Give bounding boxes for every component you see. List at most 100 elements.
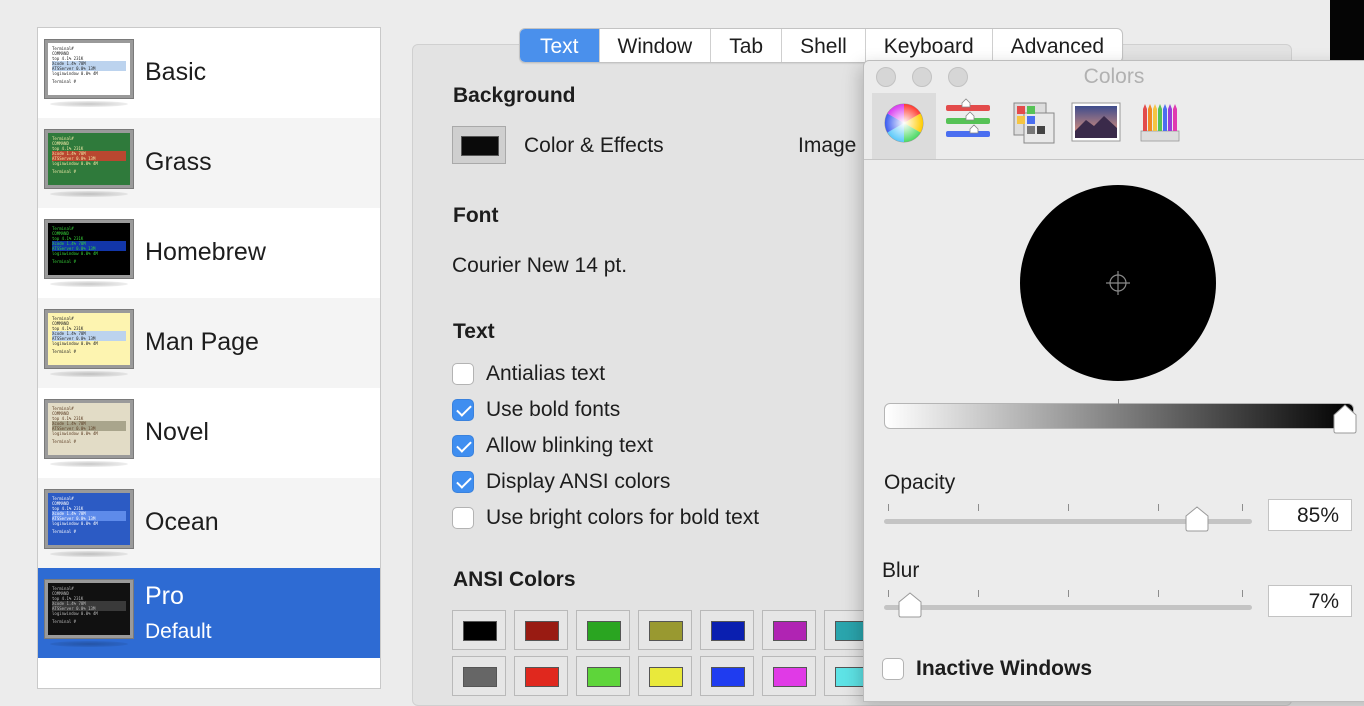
profile-item-homebrew[interactable]: Terminal# COMMAND top 4.1% 231K Xcode 1.4% … <box>38 208 380 298</box>
thumbnail-prompt: Terminal # <box>52 619 77 624</box>
blur-slider-thumb[interactable] <box>897 591 923 619</box>
opacity-tick <box>1068 504 1069 511</box>
wheel-crosshair-icon[interactable] <box>1104 269 1132 297</box>
tab-text[interactable]: Text <box>520 29 599 62</box>
ansi-color-swatch[interactable] <box>700 656 754 696</box>
checkbox[interactable] <box>452 363 474 385</box>
checkbox-row[interactable]: Display ANSI colors <box>452 469 670 495</box>
blur-slider[interactable] <box>884 605 1252 610</box>
profile-item-pro[interactable]: Terminal# COMMAND top 4.1% 231K Xcode 1.4% … <box>38 568 380 658</box>
tab-tab[interactable]: Tab <box>710 29 781 62</box>
profile-preview-thumbnail: Terminal# COMMAND top 4.1% 231K Xcode 1.4% … <box>44 399 134 459</box>
ansi-color-fill <box>649 621 683 641</box>
color-wheel-mode-button[interactable] <box>872 93 936 159</box>
profile-preview-thumbnail: Terminal# COMMAND top 4.1% 231K Xcode 1.4% … <box>44 489 134 549</box>
profile-item-ocean[interactable]: Terminal# COMMAND top 4.1% 231K Xcode 1.4% … <box>38 478 380 568</box>
toolbar-separator <box>864 159 1364 160</box>
ansi-color-fill <box>463 621 497 641</box>
color-wheel-icon <box>884 103 924 143</box>
background-section-title: Background <box>453 84 576 107</box>
color-sliders-icon <box>946 98 990 137</box>
tab-bar: Text Window Tab Shell Keyboard Advanced <box>519 28 1124 63</box>
checkbox-row[interactable]: Antialias text <box>452 361 605 387</box>
inactive-windows-label: Inactive Windows <box>916 657 1093 680</box>
ansi-color-fill <box>773 621 807 641</box>
tab-advanced[interactable]: Advanced <box>991 29 1122 62</box>
opacity-tick <box>1158 504 1159 511</box>
profile-list[interactable]: Terminal# COMMAND top 4.1% 231K Xcode 1.4% … <box>37 27 381 689</box>
thumbnail-text-line: loginwindow 0.0% 4M <box>52 521 98 526</box>
image-label: Image <box>798 134 857 157</box>
ansi-color-swatch[interactable] <box>576 610 630 650</box>
checkbox[interactable] <box>452 471 474 493</box>
profile-preview-thumbnail: Terminal# COMMAND top 4.1% 231K Xcode 1.4% … <box>44 39 134 99</box>
ansi-color-swatch[interactable] <box>576 656 630 696</box>
profile-name: Homebrew <box>145 238 266 266</box>
opacity-tick <box>1242 504 1243 511</box>
ansi-color-swatch[interactable] <box>700 610 754 650</box>
ansi-color-swatch[interactable] <box>514 610 568 650</box>
ansi-color-fill <box>649 667 683 687</box>
profile-name: Basic <box>145 58 207 86</box>
thumbnail-shadow <box>50 281 128 287</box>
color-sliders-mode-button[interactable] <box>936 93 1000 159</box>
ansi-color-swatch[interactable] <box>452 610 506 650</box>
profile-name: Grass <box>145 148 212 176</box>
color-palettes-mode-button[interactable] <box>1000 93 1064 159</box>
checkbox-row[interactable]: Use bold fonts <box>452 397 620 423</box>
checkbox-row[interactable]: Use bright colors for bold text <box>452 505 759 531</box>
tab-keyboard[interactable]: Keyboard <box>864 29 992 62</box>
color-effects-label: Color & Effects <box>524 134 664 157</box>
opacity-tick <box>978 504 979 511</box>
checkbox-label: Use bold fonts <box>486 398 621 421</box>
blur-tick <box>888 590 889 597</box>
brightness-slider-thumb[interactable] <box>1332 403 1358 435</box>
thumbnail-prompt: Terminal # <box>52 169 77 174</box>
profile-item-grass[interactable]: Terminal# COMMAND top 4.1% 231K Xcode 1.4% … <box>38 118 380 208</box>
thumbnail-shadow <box>50 461 128 467</box>
background-color-well[interactable] <box>452 126 506 164</box>
ansi-color-fill <box>525 667 559 687</box>
profile-item-novel[interactable]: Terminal# COMMAND top 4.1% 231K Xcode 1.4% … <box>38 388 380 478</box>
blur-value-field[interactable]: 7% <box>1268 585 1352 617</box>
pencils-mode-button[interactable] <box>1128 93 1192 159</box>
thumbnail-text-line: loginwindow 0.0% 4M <box>52 71 98 76</box>
opacity-label: Opacity <box>884 471 956 494</box>
pencils-icon <box>1140 104 1180 142</box>
text-section-title: Text <box>453 320 495 343</box>
ansi-color-swatch[interactable] <box>638 656 692 696</box>
default-profile-label: Default <box>145 620 212 643</box>
ansi-color-fill <box>525 621 559 641</box>
thumbnail-text-line: loginwindow 0.0% 4M <box>52 161 98 166</box>
font-section-title: Font <box>453 204 499 227</box>
thumbnail-prompt: Terminal # <box>52 259 77 264</box>
inactive-windows-checkbox[interactable] <box>882 658 904 680</box>
checkbox[interactable] <box>452 435 474 457</box>
colors-panel-title: Colors <box>1083 65 1145 88</box>
ansi-color-swatch[interactable] <box>638 610 692 650</box>
checkbox-label: Use bright colors for bold text <box>486 506 760 529</box>
opacity-slider-thumb[interactable] <box>1184 505 1210 533</box>
ansi-colors-title: ANSI Colors <box>453 568 576 591</box>
profile-name: Man Page <box>145 328 259 356</box>
profile-item-man-page[interactable]: Terminal# COMMAND top 4.1% 231K Xcode 1.4% … <box>38 298 380 388</box>
ansi-color-swatch[interactable] <box>762 610 816 650</box>
profile-name: Novel <box>145 418 209 446</box>
checkbox[interactable] <box>452 399 474 421</box>
ansi-color-swatch[interactable] <box>514 656 568 696</box>
checkbox-row[interactable]: Allow blinking text <box>452 433 653 459</box>
tab-shell[interactable]: Shell <box>781 29 865 62</box>
image-palettes-mode-button[interactable] <box>1064 93 1128 159</box>
tab-window[interactable]: Window <box>598 29 711 62</box>
thumbnail-shadow <box>50 551 128 557</box>
opacity-value-field[interactable]: 85% <box>1268 499 1352 531</box>
ansi-color-swatch[interactable] <box>452 656 506 696</box>
ansi-color-fill <box>587 667 621 687</box>
colors-panel: Colors Opacity 85% Blur 7% Inactive Wind… <box>863 60 1364 702</box>
profile-item-basic[interactable]: Terminal# COMMAND top 4.1% 231K Xcode 1.4% … <box>38 28 380 118</box>
thumbnail-shadow <box>50 191 128 197</box>
ansi-color-swatch[interactable] <box>762 656 816 696</box>
checkbox[interactable] <box>452 507 474 529</box>
brightness-slider[interactable] <box>884 403 1354 429</box>
profile-name: Pro <box>145 582 184 610</box>
